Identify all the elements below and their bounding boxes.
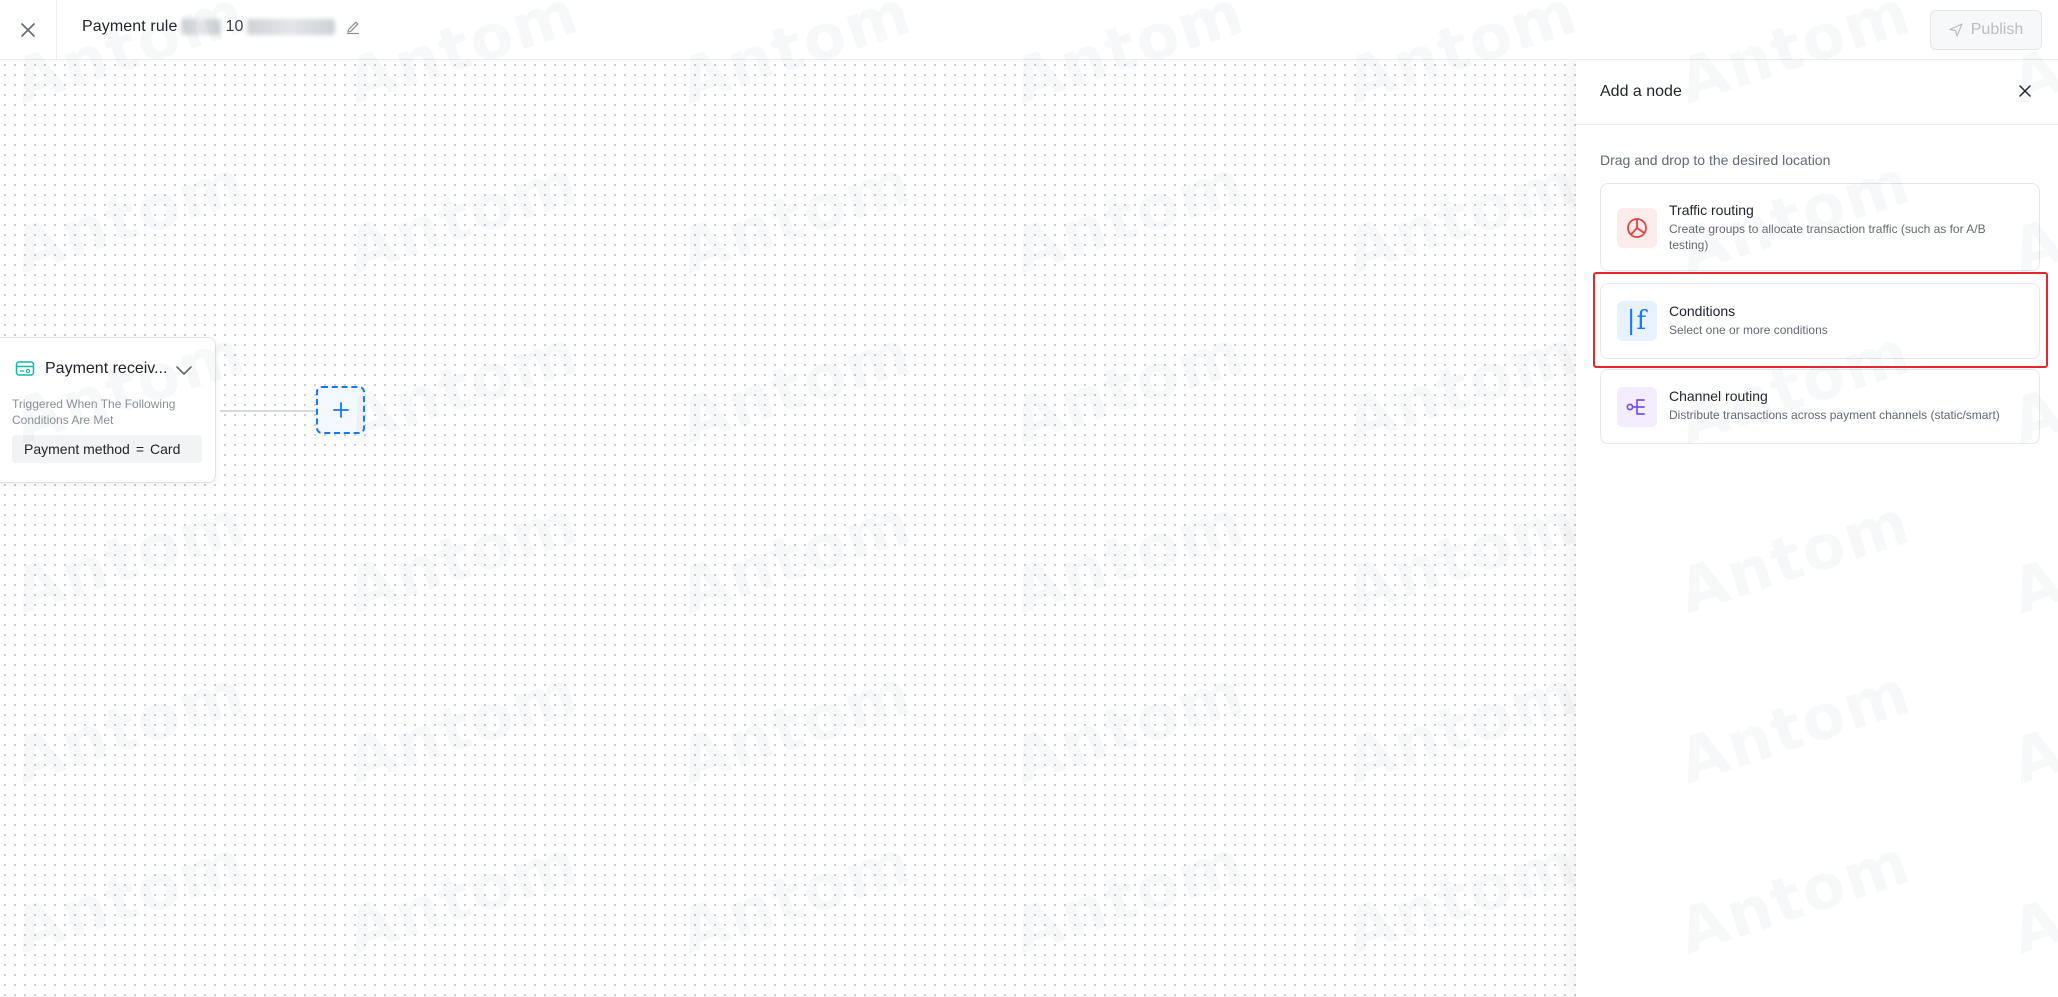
node-option-description: Distribute transactions across payment c… (1669, 408, 2000, 422)
condition-operator: = (135, 441, 145, 457)
node-option-title: Conditions (1669, 303, 1736, 319)
plus-icon (332, 402, 349, 418)
node-connector (220, 410, 316, 412)
top-bar: Payment rule 10 Publish (0, 0, 2058, 60)
redacted-text (247, 19, 336, 35)
close-icon (21, 23, 35, 37)
chevron-down-icon[interactable] (175, 364, 193, 376)
trigger-node-title: Payment receiv... (45, 360, 168, 377)
node-option-title: Traffic routing (1669, 202, 1754, 218)
trigger-node-header: Payment receiv... (15, 360, 173, 378)
edit-title-button[interactable] (345, 19, 361, 35)
flow-canvas[interactable]: Payment receiv... Triggered When The Fol… (0, 60, 1576, 997)
card-reader-icon (15, 361, 35, 376)
rule-title-suffix: 10 (225, 18, 244, 35)
condition-chip[interactable]: Payment method = Card (12, 435, 202, 463)
panel-title: Add a node (1600, 83, 1682, 100)
trigger-node[interactable]: Payment receiv... Triggered When The Fol… (0, 337, 216, 483)
send-icon (1949, 23, 1963, 37)
add-node-panel: Add a node Drag and drop to the desired … (1576, 60, 2058, 997)
panel-header: Add a node (1576, 60, 2058, 125)
trigger-node-subtitle: Triggered When The Following Conditions … (12, 397, 176, 427)
rule-title-label: Payment rule (82, 18, 178, 35)
redacted-text (181, 19, 222, 35)
node-option-traffic-routing[interactable]: Traffic routing Create groups to allocat… (1600, 183, 2040, 271)
pencil-icon (347, 21, 360, 35)
node-option-description: Create groups to allocate transaction tr… (1669, 222, 1986, 252)
rule-title: Payment rule 10 (82, 18, 361, 36)
close-editor-button[interactable] (0, 0, 57, 60)
node-option-conditions[interactable]: |f Conditions Select one or more conditi… (1600, 283, 2040, 359)
pie-chart-icon (1617, 208, 1657, 248)
node-option-description: Select one or more conditions (1669, 323, 1828, 337)
publish-label: Publish (1970, 21, 2024, 38)
add-node-button[interactable] (316, 386, 365, 434)
publish-button[interactable]: Publish (1930, 10, 2042, 50)
branch-icon (1617, 387, 1657, 427)
if-icon: |f (1617, 301, 1657, 341)
node-option-title: Channel routing (1669, 388, 1768, 404)
close-icon[interactable] (2018, 84, 2032, 98)
condition-field: Payment method (24, 441, 130, 457)
condition-value: Card (150, 441, 181, 457)
node-option-channel-routing[interactable]: Channel routing Distribute transactions … (1600, 369, 2040, 444)
panel-hint: Drag and drop to the desired location (1600, 152, 1831, 168)
